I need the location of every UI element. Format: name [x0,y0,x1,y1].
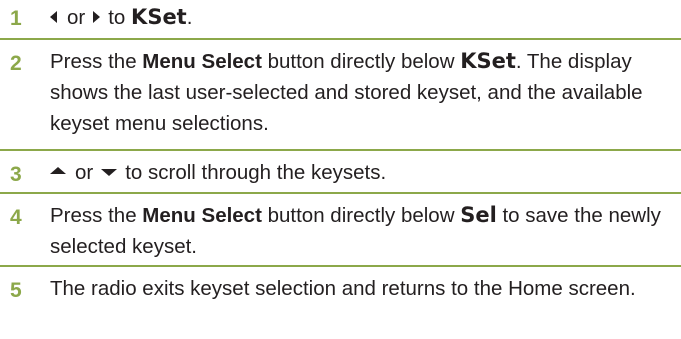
step-text: or to KSet. [50,2,673,33]
step-1: 1 or to KSet. [0,0,681,40]
right-triangle-icon [93,10,101,23]
step-number: 1 [10,7,22,30]
step-text: Press the Menu Select button directly be… [50,49,643,135]
or-text: or [75,161,94,184]
softkey-label: KSet [460,49,516,73]
step-text: The radio exits keyset selection and ret… [50,277,636,300]
step-3: 3 or to scroll through the keysets. [0,151,681,194]
step-number: 5 [10,279,22,302]
down-triangle-icon [101,169,118,177]
up-triangle-icon [50,167,66,175]
or-text: or [67,6,86,29]
step-4: 4 Press the Menu Select button directly … [0,194,681,267]
softkey-label: KSet [131,5,187,29]
softkey-label: Sel [460,203,497,227]
procedure-steps: 1 or to KSet. 2 Press the Menu Select but… [0,0,681,339]
to-text: to [108,6,126,29]
step-number: 3 [10,163,22,186]
period: . [186,6,193,29]
step-5: 5 The radio exits keyset selection and r… [0,267,681,339]
menu-select-label: Menu Select [142,50,262,73]
step-text: Press the Menu Select button directly be… [50,203,661,258]
menu-select-label: Menu Select [142,204,262,227]
step-number: 2 [10,52,22,75]
step-2: 2 Press the Menu Select button directly … [0,40,681,151]
left-triangle-icon [50,10,57,23]
step-number: 4 [10,206,22,229]
step-text: or to scroll through the keysets. [50,157,673,188]
